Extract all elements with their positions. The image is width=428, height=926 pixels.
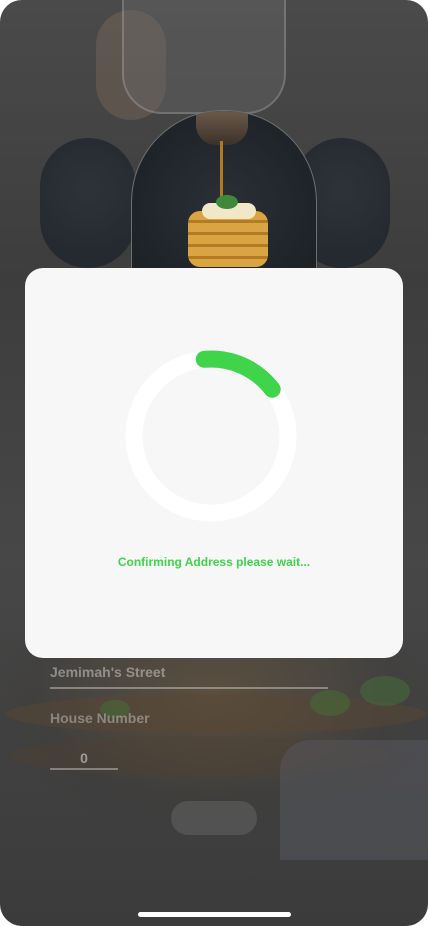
app-screen: Jemimah's Street House Number Confirming… — [0, 0, 428, 926]
background-leaf — [310, 690, 350, 716]
house-number-label: House Number — [50, 710, 150, 726]
background-image-left — [40, 138, 136, 268]
pancake-arch-image — [131, 110, 317, 282]
background-glass — [122, 0, 286, 114]
mint-garnish — [216, 195, 238, 209]
loading-dialog: Confirming Address please wait... — [25, 268, 403, 658]
syrup-pitcher — [196, 111, 248, 145]
street-field[interactable]: Jemimah's Street — [50, 664, 165, 680]
background-leaf — [360, 676, 410, 706]
home-indicator[interactable] — [138, 912, 291, 917]
street-field-underline — [50, 687, 328, 689]
loading-status-text: Confirming Address please wait... — [117, 555, 311, 569]
progress-spinner — [125, 350, 297, 522]
house-number-input[interactable] — [50, 748, 118, 770]
background-cloth — [280, 740, 428, 860]
submit-button[interactable] — [171, 801, 257, 835]
pancake-stack — [188, 211, 268, 267]
